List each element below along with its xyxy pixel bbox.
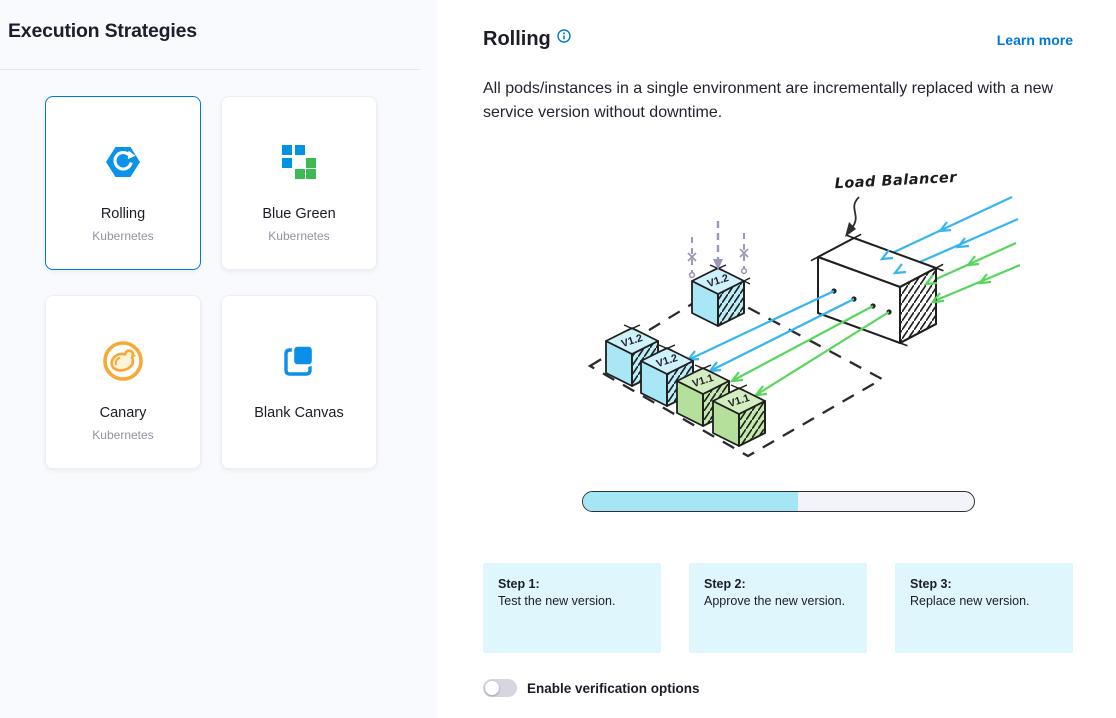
deploy-crane-lines — [688, 221, 748, 277]
card-sublabel: Kubernetes — [92, 428, 153, 442]
panel-divider — [0, 69, 420, 70]
step-title: Step 3: — [910, 576, 1058, 593]
learn-more-link[interactable]: Learn more — [997, 32, 1073, 48]
canary-icon — [100, 339, 146, 383]
details-description: All pods/instances in a single environme… — [483, 77, 1073, 125]
strategy-card-blank-canvas[interactable]: Blank Canvas — [221, 295, 377, 469]
info-icon[interactable] — [557, 29, 571, 48]
panel-title: Execution Strategies — [0, 20, 437, 43]
verification-toggle-row: Enable verification options — [483, 679, 1073, 697]
progress-bar — [582, 491, 975, 512]
verification-toggle[interactable] — [483, 679, 517, 697]
load-balancer-label: Load Balancer — [834, 170, 957, 192]
card-sublabel: Kubernetes — [268, 229, 329, 243]
strategy-cards: Rolling Kubernetes Blue Green Kubernetes — [45, 96, 437, 469]
step-title: Step 2: — [704, 576, 852, 593]
blank-canvas-icon — [281, 339, 317, 383]
step-card-3: Step 3: Replace new version. — [895, 563, 1073, 653]
card-label: Blue Green — [262, 206, 335, 222]
details-header: Rolling Learn more — [483, 28, 1073, 51]
details-title: Rolling — [483, 28, 551, 51]
details-panel: Rolling Learn more All pods/instances in… — [437, 0, 1116, 718]
step-text: Replace new version. — [910, 593, 1058, 610]
toggle-knob — [485, 681, 499, 695]
strategy-panel: Execution Strategies Rolling Kubernetes — [0, 0, 437, 718]
steps-row: Step 1: Test the new version. Step 2: Ap… — [483, 563, 1073, 653]
load-balancer-annotation: Load Balancer — [834, 170, 957, 237]
strategy-card-blue-green[interactable]: Blue Green Kubernetes — [221, 96, 377, 270]
card-label: Blank Canvas — [254, 405, 343, 421]
rolling-icon — [103, 140, 143, 184]
step-text: Test the new version. — [498, 593, 646, 610]
card-label: Rolling — [101, 206, 145, 222]
execution-strategies-screen: Execution Strategies Rolling Kubernetes — [0, 0, 1116, 718]
strategy-card-canary[interactable]: Canary Kubernetes — [45, 295, 201, 469]
step-card-2: Step 2: Approve the new version. — [689, 563, 867, 653]
rolling-illustration-svg: Load Balancer V1.2 V1.2 V1.2 V1.1 V1.1 — [560, 159, 1020, 479]
progress-fill — [583, 492, 798, 511]
card-sublabel: Kubernetes — [92, 229, 153, 243]
step-text: Approve the new version. — [704, 593, 852, 610]
card-label: Canary — [100, 405, 147, 421]
step-card-1: Step 1: Test the new version. — [483, 563, 661, 653]
toggle-label: Enable verification options — [527, 681, 700, 696]
blue-green-icon — [281, 140, 317, 184]
strategy-card-rolling[interactable]: Rolling Kubernetes — [45, 96, 201, 270]
rolling-illustration: Load Balancer V1.2 V1.2 V1.2 V1.1 V1.1 — [560, 159, 1020, 479]
step-title: Step 1: — [498, 576, 646, 593]
